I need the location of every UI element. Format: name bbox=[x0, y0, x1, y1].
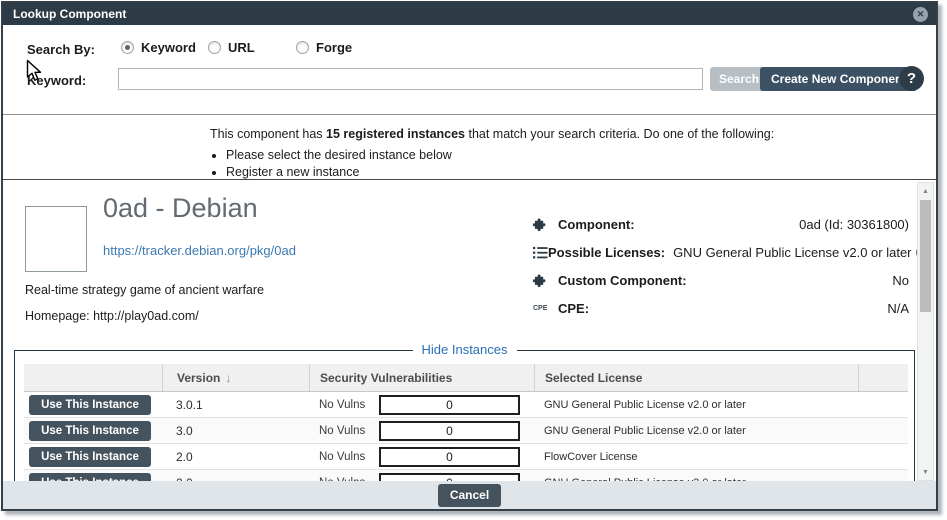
detail-label: Possible Licenses: bbox=[548, 245, 665, 260]
dialog-title: Lookup Component bbox=[11, 7, 126, 21]
vulns-label: No Vulns bbox=[309, 425, 379, 437]
component-image-placeholder bbox=[25, 206, 87, 272]
scroll-down-icon[interactable]: ▼ bbox=[918, 465, 933, 479]
table-header: Version↓ Security Vulnerabilities Select… bbox=[24, 364, 908, 392]
notice-section: This component has 15 registered instanc… bbox=[3, 115, 936, 180]
detail-label: CPE: bbox=[558, 301, 589, 316]
create-new-component-button[interactable]: Create New Component bbox=[760, 67, 917, 91]
screen: Lookup Component ✕ Search By: Keyword UR… bbox=[0, 0, 947, 520]
license-cell: GNU General Public License v2.0 or later bbox=[534, 399, 858, 411]
detail-value: GNU General Public License v2.0 or later… bbox=[673, 245, 928, 260]
detail-value: No bbox=[892, 273, 909, 288]
detail-label: Component: bbox=[558, 217, 635, 232]
detail-label: Custom Component: bbox=[558, 273, 687, 288]
header-extra bbox=[858, 364, 908, 391]
header-version[interactable]: Version↓ bbox=[162, 364, 309, 391]
vertical-scrollbar[interactable]: ▲ ▼ bbox=[917, 182, 934, 481]
notice-bullet: Register a new instance bbox=[226, 165, 936, 179]
instances-table: Version↓ Security Vulnerabilities Select… bbox=[24, 364, 908, 487]
radio-forge-icon[interactable] bbox=[296, 41, 309, 54]
lookup-component-dialog: Lookup Component ✕ Search By: Keyword UR… bbox=[1, 1, 938, 511]
close-icon[interactable]: ✕ bbox=[913, 7, 928, 22]
radio-keyword-icon[interactable] bbox=[121, 41, 134, 54]
use-this-instance-button[interactable]: Use This Instance bbox=[29, 395, 151, 415]
sort-down-icon: ↓ bbox=[225, 371, 231, 385]
notice-suffix: that match your search criteria. Do one … bbox=[465, 127, 774, 141]
search-section: Search By: Keyword URL Forge Keyword: Se… bbox=[3, 25, 936, 115]
instances-panel: Hide Instances Version↓ Security Vulnera… bbox=[14, 350, 915, 487]
component-details: Component: 0ad (Id: 30361800) Possible L… bbox=[533, 210, 909, 322]
cancel-button[interactable]: Cancel bbox=[438, 484, 501, 507]
component-title: 0ad - Debian bbox=[103, 193, 258, 224]
dialog-footer: Cancel bbox=[3, 481, 936, 509]
license-cell: GNU General Public License v2.0 or later bbox=[534, 425, 858, 437]
radio-url-icon[interactable] bbox=[208, 41, 221, 54]
vulns-label: No Vulns bbox=[309, 451, 379, 463]
vulns-cell: No Vulns 0 bbox=[309, 447, 534, 467]
use-this-instance-button[interactable]: Use This Instance bbox=[29, 421, 151, 441]
scrollbar-thumb[interactable] bbox=[920, 200, 931, 312]
radio-option-0[interactable]: Keyword bbox=[121, 40, 196, 55]
table-row: Use This Instance 3.0.1 No Vulns 0 GNU G… bbox=[24, 392, 908, 418]
hide-instances-link[interactable]: Hide Instances bbox=[413, 342, 517, 357]
vuln-count-box: 0 bbox=[379, 421, 520, 441]
search-by-label: Search By: bbox=[27, 42, 95, 57]
puzzle-icon bbox=[533, 217, 558, 232]
component-homepage: Homepage: http://play0ad.com/ bbox=[25, 309, 199, 323]
detail-row-cpe: CPE CPE: N/A bbox=[533, 294, 909, 322]
component-panel: 0ad - Debian https://tracker.debian.org/… bbox=[3, 180, 936, 487]
version-cell: 2.0 bbox=[162, 450, 309, 464]
vuln-count-box: 0 bbox=[379, 395, 520, 415]
component-description: Real-time strategy game of ancient warfa… bbox=[25, 283, 264, 297]
vulns-cell: No Vulns 0 bbox=[309, 421, 534, 441]
component-url-link[interactable]: https://tracker.debian.org/pkg/0ad bbox=[103, 243, 296, 258]
header-license[interactable]: Selected License bbox=[534, 364, 858, 391]
radio-keyword-label: Keyword bbox=[141, 40, 196, 55]
detail-value: N/A bbox=[887, 301, 909, 316]
notice-text: This component has 15 registered instanc… bbox=[210, 127, 936, 141]
vulns-cell: No Vulns 0 bbox=[309, 395, 534, 415]
scroll-up-icon[interactable]: ▲ bbox=[918, 184, 933, 198]
table-row: Use This Instance 3.0 No Vulns 0 GNU Gen… bbox=[24, 418, 908, 444]
dialog-titlebar: Lookup Component ✕ bbox=[3, 3, 936, 25]
header-vulnerabilities[interactable]: Security Vulnerabilities bbox=[309, 364, 534, 391]
notice-prefix: This component has bbox=[210, 127, 326, 141]
version-cell: 3.0.1 bbox=[162, 398, 309, 412]
list-icon bbox=[533, 245, 548, 260]
radio-forge-label: Forge bbox=[316, 40, 352, 55]
table-row: Use This Instance 2.0 No Vulns 0 FlowCov… bbox=[24, 444, 908, 470]
radio-url-label: URL bbox=[228, 40, 255, 55]
vuln-count-box: 0 bbox=[379, 447, 520, 467]
detail-row-component: Component: 0ad (Id: 30361800) bbox=[533, 210, 909, 238]
use-this-instance-button[interactable]: Use This Instance bbox=[29, 447, 151, 467]
detail-row-licenses: Possible Licenses: GNU General Public Li… bbox=[533, 238, 909, 266]
notice-bullets: Please select the desired instance below… bbox=[211, 148, 936, 179]
puzzle-icon bbox=[533, 273, 558, 288]
detail-row-custom: Custom Component: No bbox=[533, 266, 909, 294]
keyword-input[interactable] bbox=[118, 68, 703, 90]
help-icon[interactable]: ? bbox=[899, 66, 924, 91]
notice-bullet: Please select the desired instance below bbox=[226, 148, 936, 162]
radio-option-1[interactable]: URL bbox=[208, 40, 255, 55]
detail-value: 0ad (Id: 30361800) bbox=[799, 217, 909, 232]
vulns-label: No Vulns bbox=[309, 399, 379, 411]
version-cell: 3.0 bbox=[162, 424, 309, 438]
license-cell: FlowCover License bbox=[534, 451, 858, 463]
license-value: GNU General Public License v2.0 or later bbox=[673, 245, 911, 260]
notice-count: 15 registered instances bbox=[326, 127, 465, 141]
header-actions bbox=[24, 364, 162, 391]
cpe-icon: CPE bbox=[533, 305, 558, 312]
radio-option-2[interactable]: Forge bbox=[296, 40, 352, 55]
keyword-label: Keyword: bbox=[27, 73, 86, 88]
